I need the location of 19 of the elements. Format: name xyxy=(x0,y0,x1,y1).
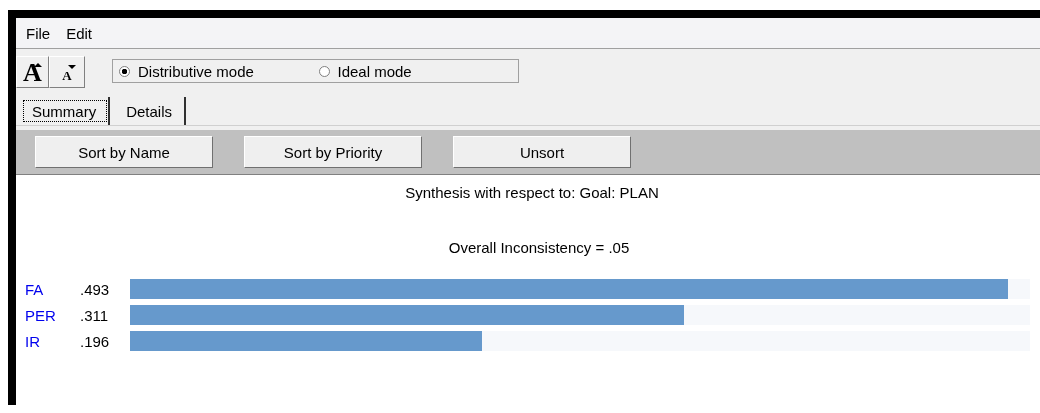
menu-item[interactable]: Edit xyxy=(66,24,93,42)
sort-button[interactable]: Unsort xyxy=(453,136,631,168)
sort-button[interactable]: Sort by Priority xyxy=(244,136,422,168)
tab[interactable]: Details xyxy=(114,97,187,125)
increase-font-button[interactable]: A xyxy=(16,56,49,88)
priority-value: .311 xyxy=(80,306,110,324)
mode-radio[interactable]: Ideal mode xyxy=(318,62,518,80)
priority-value: .196 xyxy=(80,332,111,350)
item-name: IR xyxy=(25,332,41,350)
sort-button[interactable]: Sort by Name xyxy=(35,136,213,168)
item-name: PER xyxy=(25,306,57,324)
menu-item[interactable]: File xyxy=(26,24,51,42)
priority-value: .493 xyxy=(80,280,111,298)
mode-radio[interactable]: Distributive mode xyxy=(119,62,319,80)
synthesis-heading: Synthesis with respect to: Goal: PLAN xyxy=(405,184,659,201)
item-name: FA xyxy=(25,280,45,298)
inconsistency-text: Overall Inconsistency = .05 xyxy=(448,239,630,256)
tab[interactable]: Summary xyxy=(20,97,111,125)
decrease-font-button[interactable]: A xyxy=(49,56,85,88)
